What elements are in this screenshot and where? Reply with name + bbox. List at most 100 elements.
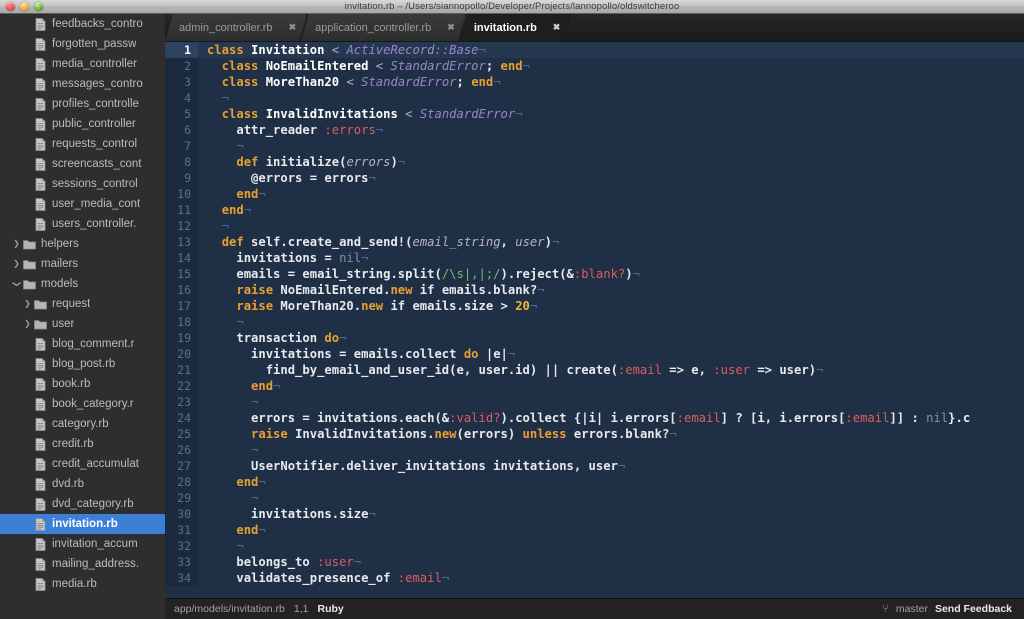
tree-item[interactable]: ›››blog_post.rb — [0, 354, 165, 374]
chevron-down-icon[interactable]: ❯ — [13, 279, 22, 290]
tree-item-label: credit.rb — [52, 438, 94, 450]
tree-item[interactable]: ›❯ helpers — [0, 234, 165, 254]
code-line[interactable]: 5 class InvalidInvitations < StandardErr… — [165, 106, 1024, 122]
tree-item[interactable]: ›››invitation_accum — [0, 534, 165, 554]
tree-item[interactable]: ›››dvd_category.rb — [0, 494, 165, 514]
chevron-right-icon[interactable]: ❯ — [22, 320, 33, 328]
tab-close-icon[interactable]: ✖ — [553, 22, 561, 33]
tree-item[interactable]: ›››sessions_control — [0, 174, 165, 194]
code-line[interactable]: 19 transaction do¬ — [165, 330, 1024, 346]
folder-icon — [22, 239, 37, 250]
code-line[interactable]: 26 ¬ — [165, 442, 1024, 458]
tree-item[interactable]: ›››user_media_cont — [0, 194, 165, 214]
tree-item[interactable]: ›››screencasts_cont — [0, 154, 165, 174]
tree-item[interactable]: ›❯ models — [0, 274, 165, 294]
chevron-right-icon[interactable]: ❯ — [11, 260, 22, 268]
folder-icon — [33, 299, 48, 310]
chevron-right-icon[interactable]: ❯ — [22, 300, 33, 308]
code-line[interactable]: 15 emails = email_string.split(/\s|,|;/)… — [165, 266, 1024, 282]
tree-item[interactable]: ›››media.rb — [0, 574, 165, 594]
tree-item[interactable]: ›››feedbacks_contro — [0, 14, 165, 34]
code-line-text: UserNotifier.deliver_invitations invitat… — [251, 459, 626, 473]
chevron-right-icon[interactable]: ❯ — [11, 240, 22, 248]
tab[interactable]: admin_controller.rb ✖ — [165, 14, 307, 41]
tree-indent: › — [11, 160, 22, 168]
code-line[interactable]: 30 invitations.size¬ — [165, 506, 1024, 522]
code-line[interactable]: 2 class NoEmailEntered < StandardError; … — [165, 58, 1024, 74]
tree-item[interactable]: ›››book_category.r — [0, 394, 165, 414]
code-line[interactable]: 28 end¬ — [165, 474, 1024, 490]
file-icon — [33, 97, 48, 111]
code-line[interactable]: 16 raise NoEmailEntered.new if emails.bl… — [165, 282, 1024, 298]
tree-item[interactable]: ›››credit_accumulat — [0, 454, 165, 474]
tree-indent: › — [11, 560, 22, 568]
code-line[interactable]: 24 errors = invitations.each(&:valid?).c… — [165, 410, 1024, 426]
close-window-button[interactable] — [6, 2, 15, 11]
code-line[interactable]: 21 find_by_email_and_user_id(e, user.id)… — [165, 362, 1024, 378]
tree-item-selected[interactable]: ›››invitation.rb — [0, 514, 165, 534]
tree-item[interactable]: ›››public_controller — [0, 114, 165, 134]
code-line[interactable]: 22 end¬ — [165, 378, 1024, 394]
code-line[interactable]: 11 end¬ — [165, 202, 1024, 218]
tree-item[interactable]: ›››messages_contro — [0, 74, 165, 94]
code-line[interactable]: 13 def self.create_and_send!(email_strin… — [165, 234, 1024, 250]
tree-item[interactable]: ›››forgotten_passw — [0, 34, 165, 54]
code-line[interactable]: 33 belongs_to :user¬ — [165, 554, 1024, 570]
code-line[interactable]: 1 class Invitation < ActiveRecord::Base¬ — [165, 42, 1024, 58]
code-line[interactable]: 23 ¬ — [165, 394, 1024, 410]
tree-indent: › — [0, 380, 11, 388]
tab-close-icon[interactable]: ✖ — [289, 22, 297, 33]
code-line[interactable]: 8 def initialize(errors)¬ — [165, 154, 1024, 170]
minimize-window-button[interactable] — [20, 2, 29, 11]
file-icon — [33, 137, 48, 151]
send-feedback-button[interactable]: Send Feedback — [935, 603, 1012, 615]
tree-item[interactable]: ››❯request — [0, 294, 165, 314]
tree-indent: › — [22, 220, 33, 228]
zoom-window-button[interactable] — [34, 2, 43, 11]
code-line[interactable]: 32 ¬ — [165, 538, 1024, 554]
tree-item[interactable]: ›››profiles_controlle — [0, 94, 165, 114]
tree-indent: › — [11, 80, 22, 88]
tree-item-label: users_controller. — [52, 218, 137, 230]
code-line[interactable]: 9 @errors = errors¬ — [165, 170, 1024, 186]
code-line-text: ¬ — [207, 91, 230, 105]
code-line[interactable]: 17 raise MoreThan20.new if emails.size >… — [165, 298, 1024, 314]
code-line[interactable]: 3 class MoreThan20 < StandardError; end¬ — [165, 74, 1024, 90]
code-line[interactable]: 20 invitations = emails.collect do |e|¬ — [165, 346, 1024, 362]
code-line[interactable]: 10 end¬ — [165, 186, 1024, 202]
tree-item[interactable]: ›››credit.rb — [0, 434, 165, 454]
code-line[interactable]: 14 invitations = nil¬ — [165, 250, 1024, 266]
tree-item-label: feedbacks_contro — [52, 18, 143, 30]
tree-item[interactable]: ›››blog_comment.r — [0, 334, 165, 354]
code-line[interactable]: 4 ¬ — [165, 90, 1024, 106]
tree-item[interactable]: ›››media_controller — [0, 54, 165, 74]
file-tree-sidebar[interactable]: ›››feedbacks_contro›››forgotten_passw›››… — [0, 14, 165, 619]
status-language[interactable]: Ruby — [318, 603, 344, 615]
tree-item[interactable]: ›››mailing_address. — [0, 554, 165, 574]
code-line[interactable]: 34 validates_presence_of :email¬ — [165, 570, 1024, 586]
tree-item[interactable]: ›››category.rb — [0, 414, 165, 434]
tree-item[interactable]: ››❯user — [0, 314, 165, 334]
tab-active[interactable]: invitation.rb ✖ — [460, 14, 572, 41]
tree-item[interactable]: ›››dvd.rb — [0, 474, 165, 494]
tab[interactable]: application_controller.rb ✖ — [301, 14, 466, 41]
code-line[interactable]: 6 attr_reader :errors¬ — [165, 122, 1024, 138]
code-area[interactable]: 1 class Invitation < ActiveRecord::Base¬ 2… — [165, 42, 1024, 599]
tree-item[interactable]: ›››book.rb — [0, 374, 165, 394]
tree-item[interactable]: ›››requests_control — [0, 134, 165, 154]
tab-close-icon[interactable]: ✖ — [447, 22, 455, 33]
code-line[interactable]: 12 ¬ — [165, 218, 1024, 234]
code-line[interactable]: 27 UserNotifier.deliver_invitations invi… — [165, 458, 1024, 474]
code-line[interactable]: 7 ¬ — [165, 138, 1024, 154]
code-line-text: ¬ — [207, 491, 259, 505]
tree-item[interactable]: ›❯ mailers — [0, 254, 165, 274]
tab-bar: admin_controller.rb ✖ application_controll… — [165, 14, 1024, 42]
status-git-branch[interactable]: master — [896, 603, 928, 615]
file-icon — [33, 497, 48, 511]
code-line[interactable]: 25 raise InvalidInvitations.new(errors) … — [165, 426, 1024, 442]
tree-item[interactable]: ›››users_controller. — [0, 214, 165, 234]
code-line[interactable]: 18 ¬ — [165, 314, 1024, 330]
code-line[interactable]: 31 end¬ — [165, 522, 1024, 538]
code-line[interactable]: 29 ¬ — [165, 490, 1024, 506]
tree-indent: › — [0, 400, 11, 408]
